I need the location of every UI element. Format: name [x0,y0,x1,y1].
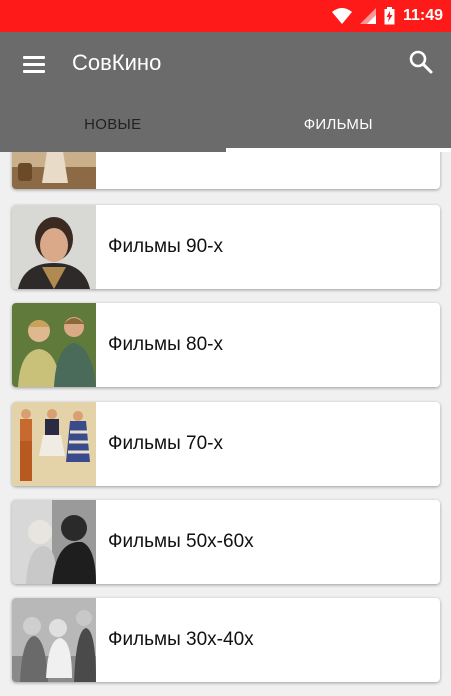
category-thumbnail [12,152,96,189]
menu-icon [23,56,45,59]
wifi-icon [331,8,352,24]
app-title: СовКино [72,50,162,75]
category-card-70s[interactable]: Фильмы 70-х [12,402,440,486]
status-time: 11:49 [402,7,443,24]
search-icon [409,50,433,74]
tab-bar: НОВЫЕ ФИЛЬМЫ [0,96,451,152]
search-button[interactable] [407,48,435,76]
category-label: Фильмы 90-х [108,236,224,257]
battery-charging-icon [384,7,395,25]
category-list[interactable]: Фильмы 90-х Фильмы 80-х Фильмы 70-х Филь… [0,152,451,696]
category-label: Фильмы 70-х [108,433,224,454]
category-card-30s-40s[interactable]: Фильмы 30х-40х [12,598,440,682]
status-bar: 11:49 [0,0,451,32]
category-card-90s[interactable]: Фильмы 90-х [12,205,440,289]
category-thumbnail [12,402,96,486]
category-thumbnail [12,303,96,387]
app-bar: СовКино НОВЫЕ ФИЛЬМЫ [0,32,451,152]
category-card-80s[interactable]: Фильмы 80-х [12,303,440,387]
tab-films[interactable]: ФИЛЬМЫ [225,96,451,152]
category-card-50s-60s[interactable]: Фильмы 50х-60х [12,500,440,584]
category-thumbnail [12,500,96,584]
category-label: Фильмы 80-х [108,334,224,355]
tab-new[interactable]: НОВЫЕ [0,96,226,152]
category-thumbnail [12,598,96,682]
cell-signal-icon [359,8,376,24]
category-card-partial[interactable] [12,152,440,189]
category-label: Фильмы 30х-40х [108,629,254,650]
category-label: Фильмы 50х-60х [108,531,254,552]
category-thumbnail [12,205,96,289]
menu-button[interactable] [20,50,48,78]
